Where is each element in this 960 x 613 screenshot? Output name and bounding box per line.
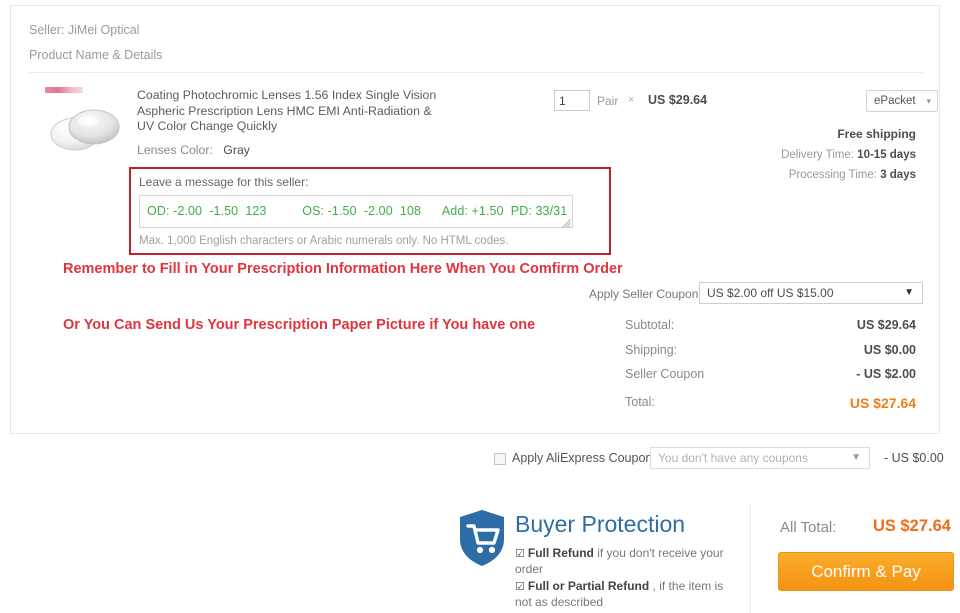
check-box-icon: ☑: [515, 548, 525, 560]
order-total-label: Total:: [625, 395, 655, 409]
card-divider: [29, 72, 923, 73]
buyer-protection-item-1: ☑ Full Refund if you don't receive your o…: [515, 546, 730, 577]
annotation-line-1: Remember to Fill in Your Prescription In…: [63, 261, 623, 277]
order-total-value: US $27.64: [849, 395, 916, 411]
subtotal-label: Subtotal:: [625, 318, 675, 332]
buyer-protection-item-1-bold: Full Refund: [527, 546, 594, 560]
buyer-protection-item-2: ☑ Full or Partial Refund , if the item is…: [515, 579, 730, 610]
processing-time-label: Processing Time:: [788, 169, 877, 181]
shipping-cost-label: Shipping:: [625, 343, 678, 357]
shipping-method-select[interactable]: ePacket ▾: [866, 90, 938, 112]
quantity-unit-label: Pair: [597, 94, 619, 108]
multiply-sign: ×: [628, 94, 635, 106]
seller-coupon-discount-label: Seller Coupon: [625, 367, 705, 381]
chevron-down-icon: ▼: [904, 287, 914, 298]
unit-price: US $29.64: [648, 93, 708, 107]
product-name-details-header: Product Name & Details: [29, 48, 163, 62]
buyer-protection-item-2-bold: Full or Partial Refund: [527, 579, 650, 593]
processing-time-value: 3 days: [880, 169, 916, 181]
delivery-time-value: 10-15 days: [857, 149, 916, 161]
chevron-down-icon: ▼: [851, 452, 861, 463]
delivery-time-label: Delivery Time:: [781, 149, 854, 161]
seller-coupon-select[interactable]: US $2.00 off US $15.00 ▼: [699, 282, 923, 304]
aliexpress-coupon-placeholder: You don't have any coupons: [658, 451, 808, 465]
seller-coupon-value: US $2.00 off US $15.00: [707, 286, 834, 300]
check-box-icon: ☑: [515, 581, 525, 593]
all-total-value: US $27.64: [873, 517, 951, 535]
annotation-line-2: Or You Can Send Us Your Prescription Pap…: [63, 317, 536, 333]
subtotal-value: US $29.64: [856, 318, 916, 332]
product-title[interactable]: Coating Photochromic Lenses 1.56 Index S…: [137, 88, 437, 135]
product-attribute-label: Lenses Color:: [137, 143, 213, 157]
product-attribute: Lenses Color: Gray: [137, 143, 250, 157]
delivery-time: Delivery Time: 10-15 days: [781, 149, 916, 161]
aliexpress-coupon-amount: - US $0.00: [884, 451, 944, 465]
promo-badge-icon: [45, 87, 83, 93]
message-hint: Max. 1,000 English characters or Arabic …: [139, 235, 509, 247]
processing-time: Processing Time: 3 days: [789, 169, 916, 181]
seller-name: Seller: JiMei Optical: [29, 23, 140, 37]
seller-coupon-label: Apply Seller Coupon:: [589, 287, 702, 301]
aliexpress-coupon-checkbox[interactable]: [494, 453, 506, 465]
quantity-input[interactable]: [554, 90, 590, 111]
order-summary-card: Seller: JiMei Optical Product Name & Det…: [10, 5, 940, 434]
vertical-divider: [750, 504, 751, 613]
free-shipping-label: Free shipping: [837, 127, 916, 141]
shipping-cost-value: US $0.00: [863, 343, 916, 357]
all-total-label: All Total:: [780, 519, 837, 536]
aliexpress-coupon-label: Apply AliExpress Coupon:: [512, 451, 656, 465]
buyer-protection-title: Buyer Protection: [515, 511, 686, 537]
product-attribute-value: Gray: [223, 143, 250, 157]
shield-cart-icon: [458, 509, 506, 567]
aliexpress-coupon-select[interactable]: You don't have any coupons ▼: [650, 447, 870, 469]
seller-coupon-discount-value: - US $2.00: [856, 367, 916, 381]
seller-message-input[interactable]: OD: -2.00 -1.50 123 OS: -1.50 -2.00 108 …: [139, 195, 573, 228]
chevron-down-icon: ▾: [926, 96, 931, 106]
product-thumbnail[interactable]: [47, 100, 125, 156]
confirm-and-pay-button[interactable]: Confirm & Pay: [778, 552, 954, 591]
shipping-method-value: ePacket: [874, 95, 916, 107]
message-label: Leave a message for this seller:: [139, 175, 309, 189]
